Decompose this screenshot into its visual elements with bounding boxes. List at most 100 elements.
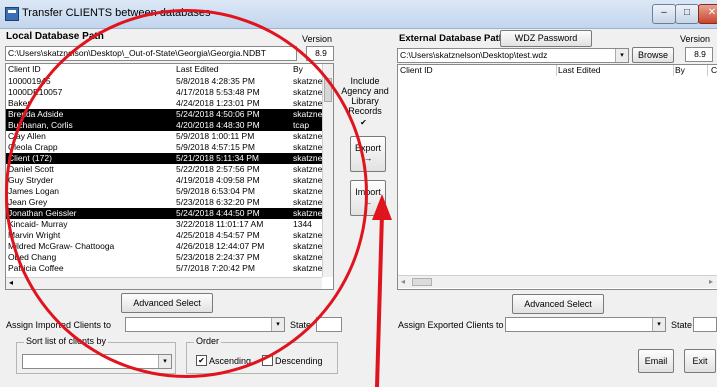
table-row[interactable]: Marvin Wright 4/25/2018 4:54:57 PM skatzne… bbox=[6, 230, 322, 241]
cell-edited: 4/17/2018 5:53:48 PM bbox=[176, 87, 260, 97]
table-row[interactable]: Daniel Scott 5/22/2018 2:57:56 PM skatznel bbox=[6, 164, 322, 175]
table-row[interactable]: Clay Allen 5/9/2018 1:00:11 PM skatznel bbox=[6, 131, 322, 142]
cell-edited: 4/24/2018 1:23:01 PM bbox=[176, 98, 260, 108]
column-header-by[interactable]: By bbox=[293, 64, 303, 75]
scroll-thumb[interactable] bbox=[324, 78, 332, 102]
cell-edited: 5/7/2018 7:20:42 PM bbox=[176, 263, 255, 273]
table-row[interactable]: Brenda Adside 5/24/2018 4:50:06 PM skatzne… bbox=[6, 109, 322, 120]
cell-edited: 5/24/2018 4:50:06 PM bbox=[176, 109, 260, 119]
window-title: Transfer CLIENTS between databases bbox=[22, 7, 211, 19]
assign-exported-label: Assign Exported Clients to bbox=[398, 320, 504, 330]
column-header-extra[interactable]: C bbox=[711, 65, 717, 76]
minimize-button[interactable]: – bbox=[652, 4, 676, 24]
external-state-label: State bbox=[671, 320, 693, 330]
include-records-checkbox[interactable]: ✔ bbox=[359, 118, 368, 127]
descending-checkbox[interactable] bbox=[262, 355, 273, 366]
local-horizontal-scrollbar[interactable]: ◂ bbox=[6, 277, 322, 289]
table-row[interactable]: Buchanan, Corlis 4/20/2018 4:48:30 PM tcap bbox=[6, 120, 322, 131]
order-group-title: Order bbox=[194, 336, 222, 346]
chevron-down-icon[interactable]: ▾ bbox=[652, 318, 665, 331]
cell-id: Brenda Adside bbox=[8, 109, 64, 119]
table-row[interactable]: Cleola Crapp 5/9/2018 4:57:15 PM skatznel bbox=[6, 142, 322, 153]
cell-by: tcap bbox=[293, 120, 310, 130]
assign-imported-label: Assign Imported Clients to bbox=[6, 320, 112, 330]
local-advanced-select-button[interactable]: Advanced Select bbox=[121, 293, 213, 313]
table-row[interactable]: 1000DE10057 4/17/2018 5:53:48 PM skatznel bbox=[6, 87, 322, 98]
cell-id: 1000DE10057 bbox=[8, 87, 63, 97]
exit-button[interactable]: Exit bbox=[684, 349, 716, 373]
cell-edited: 4/25/2018 4:54:57 PM bbox=[176, 230, 260, 240]
close-button[interactable]: ✕ bbox=[698, 4, 717, 24]
table-row[interactable]: Patricia Coffee 5/7/2018 7:20:42 PM skatzn… bbox=[6, 263, 322, 274]
column-header-last-edited[interactable]: Last Edited bbox=[176, 64, 219, 75]
browse-button[interactable]: Browse bbox=[632, 47, 674, 63]
cell-by: skatznel bbox=[293, 87, 322, 97]
chevron-down-icon[interactable]: ▾ bbox=[615, 49, 628, 62]
title-bar: Transfer CLIENTS between databases – □ ✕ bbox=[0, 0, 717, 29]
scroll-left-arrow-icon[interactable]: ◂ bbox=[401, 277, 405, 287]
external-path-dropdown[interactable]: C:\Users\skatznelson\Desktop\test.wdz ▾ bbox=[397, 48, 629, 63]
cell-id: Kincaid- Murray bbox=[8, 219, 68, 229]
cell-by: skatznel bbox=[293, 252, 322, 262]
chevron-down-icon[interactable]: ▾ bbox=[271, 318, 284, 331]
table-row[interactable]: James Logan 5/9/2018 6:53:04 PM skatznel bbox=[6, 186, 322, 197]
cell-edited: 5/21/2018 5:11:34 PM bbox=[176, 153, 260, 163]
wdz-password-button[interactable]: WDZ Password bbox=[500, 30, 592, 47]
maximize-button[interactable]: □ bbox=[675, 4, 699, 24]
column-header-client-id[interactable]: Client ID bbox=[8, 64, 41, 75]
sort-group-title: Sort list of clients by bbox=[24, 336, 109, 346]
table-row[interactable]: Obed Chang 5/23/2018 2:24:37 PM skatznel bbox=[6, 252, 322, 263]
column-header-by[interactable]: By bbox=[675, 65, 685, 76]
external-client-grid[interactable]: Client ID Last Edited By C ◂ ▸ bbox=[397, 64, 717, 290]
table-row[interactable]: Kincaid- Murray 3/22/2018 11:01:17 AM 1344 bbox=[6, 219, 322, 230]
cell-id: James Logan bbox=[8, 186, 60, 196]
cell-id: Baker bbox=[8, 98, 31, 108]
table-row[interactable]: Client (172) 5/21/2018 5:11:34 PM skatznel bbox=[6, 153, 322, 164]
column-header-last-edited[interactable]: Last Edited bbox=[558, 65, 601, 76]
table-row[interactable]: Mildred McGraw- Chattooga 4/26/2018 12:44… bbox=[6, 241, 322, 252]
cell-id: Client (172) bbox=[8, 153, 52, 163]
table-row[interactable]: Jonathan Geissler 5/24/2018 4:44:50 PM ska… bbox=[6, 208, 322, 219]
local-state-input[interactable] bbox=[316, 317, 342, 332]
table-row[interactable]: Guy Stryder 4/19/2018 4:09:58 PM skatznel bbox=[6, 175, 322, 186]
table-row[interactable]: Jean Grey 5/23/2018 6:32:20 PM skatznel bbox=[6, 197, 322, 208]
cell-by: skatznel bbox=[293, 109, 322, 119]
sort-by-dropdown[interactable]: ▾ bbox=[22, 354, 172, 369]
scroll-thumb[interactable] bbox=[412, 278, 432, 286]
assign-exported-dropdown[interactable]: ▾ bbox=[505, 317, 666, 332]
ascending-checkbox[interactable]: ✔ bbox=[196, 355, 207, 366]
cell-id: Jonathan Geissler bbox=[8, 208, 77, 218]
external-path-label: External Database Path bbox=[399, 33, 505, 44]
external-advanced-select-button[interactable]: Advanced Select bbox=[512, 294, 604, 314]
cell-by: skatznel bbox=[293, 164, 322, 174]
external-state-input[interactable] bbox=[693, 317, 717, 332]
cell-by: skatznel bbox=[293, 76, 322, 86]
local-version-field: 8.9 bbox=[306, 46, 334, 61]
local-vertical-scrollbar[interactable] bbox=[322, 64, 333, 277]
app-icon bbox=[5, 7, 19, 21]
external-horizontal-scrollbar[interactable]: ◂ ▸ bbox=[398, 275, 717, 288]
descending-label: Descending bbox=[275, 356, 323, 366]
external-path-value: C:\Users\skatznelson\Desktop\test.wdz bbox=[400, 50, 548, 60]
table-row[interactable]: 100001945 5/8/2018 4:28:35 PM skatznel bbox=[6, 76, 322, 87]
scroll-right-arrow-icon[interactable]: ▸ bbox=[709, 277, 713, 287]
cell-id: Marvin Wright bbox=[8, 230, 61, 240]
export-button[interactable]: Export → bbox=[350, 136, 386, 172]
scroll-left-arrow-icon[interactable]: ◂ bbox=[9, 278, 13, 288]
cell-edited: 5/23/2018 2:24:37 PM bbox=[176, 252, 260, 262]
email-button[interactable]: Email bbox=[638, 349, 674, 373]
assign-imported-dropdown[interactable]: ▾ bbox=[125, 317, 285, 332]
table-row[interactable]: Baker 4/24/2018 1:23:01 PM skatznel bbox=[6, 98, 322, 109]
column-header-client-id[interactable]: Client ID bbox=[400, 65, 433, 76]
local-client-grid[interactable]: Client ID Last Edited By 100001945 5/8/20… bbox=[5, 63, 334, 290]
chevron-down-icon[interactable]: ▾ bbox=[158, 355, 171, 368]
cell-by: skatznel bbox=[293, 241, 322, 251]
cell-id: Clay Allen bbox=[8, 131, 46, 141]
cell-edited: 5/9/2018 6:53:04 PM bbox=[176, 186, 255, 196]
cell-edited: 5/22/2018 2:57:56 PM bbox=[176, 164, 260, 174]
local-path-input[interactable]: C:\Users\skatznelson\Desktop\_Out-of-Sta… bbox=[5, 46, 297, 61]
cell-by: skatznel bbox=[293, 142, 322, 152]
cell-edited: 3/22/2018 11:01:17 AM bbox=[176, 219, 264, 229]
cell-id: Patricia Coffee bbox=[8, 263, 64, 273]
cell-edited: 5/9/2018 1:00:11 PM bbox=[176, 131, 255, 141]
